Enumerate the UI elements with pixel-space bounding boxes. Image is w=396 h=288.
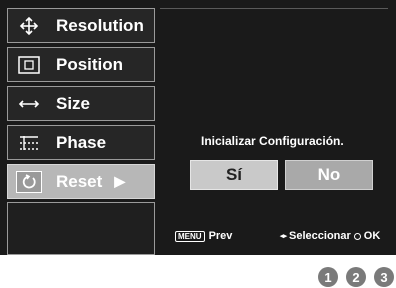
osd-menu: Resolution Position Size Phase Reset ▶ I… — [0, 0, 396, 255]
top-divider — [160, 8, 388, 9]
menu-item-label: Reset — [56, 171, 103, 191]
prev-label: Prev — [208, 230, 233, 242]
menu-item-reset[interactable]: Reset ▶ — [7, 164, 155, 199]
phase-grid-icon — [16, 132, 42, 154]
ok-circle-icon — [353, 232, 361, 240]
left-right-arrows-icon: ◂▸ — [280, 233, 288, 240]
footer-prev: MENU Prev — [175, 230, 232, 242]
menu-item-label: Position — [56, 54, 124, 74]
menu-item-label: Size — [56, 93, 91, 113]
menu-item-resolution[interactable]: Resolution — [7, 8, 155, 43]
step-badge-2: 2 — [346, 267, 366, 287]
menu-item-phase[interactable]: Phase — [7, 125, 155, 160]
position-icon — [16, 54, 42, 76]
menu-item-position[interactable]: Position — [7, 47, 155, 82]
menu-key-icon: MENU — [175, 230, 205, 242]
horizontal-arrow-icon — [16, 93, 42, 115]
ok-label: OK — [363, 230, 381, 242]
select-label: Seleccionar — [289, 230, 351, 242]
step-badge-3: 3 — [374, 267, 394, 287]
reset-prompt: Inicializar Configuración. — [201, 134, 344, 148]
move-arrows-icon — [16, 15, 42, 37]
menu-item-size[interactable]: Size — [7, 86, 155, 121]
menu-item-label: Phase — [56, 132, 107, 152]
yes-button[interactable]: Sí — [190, 160, 278, 190]
menu-item-label: Resolution — [56, 15, 144, 35]
reset-icon — [16, 170, 42, 193]
no-button[interactable]: No — [285, 160, 373, 190]
play-arrow-icon: ▶ — [114, 173, 126, 189]
step-badge-1: 1 — [318, 267, 338, 287]
footer-select: ◂▸ Seleccionar OK — [278, 230, 380, 242]
empty-menu-panel — [7, 202, 155, 255]
